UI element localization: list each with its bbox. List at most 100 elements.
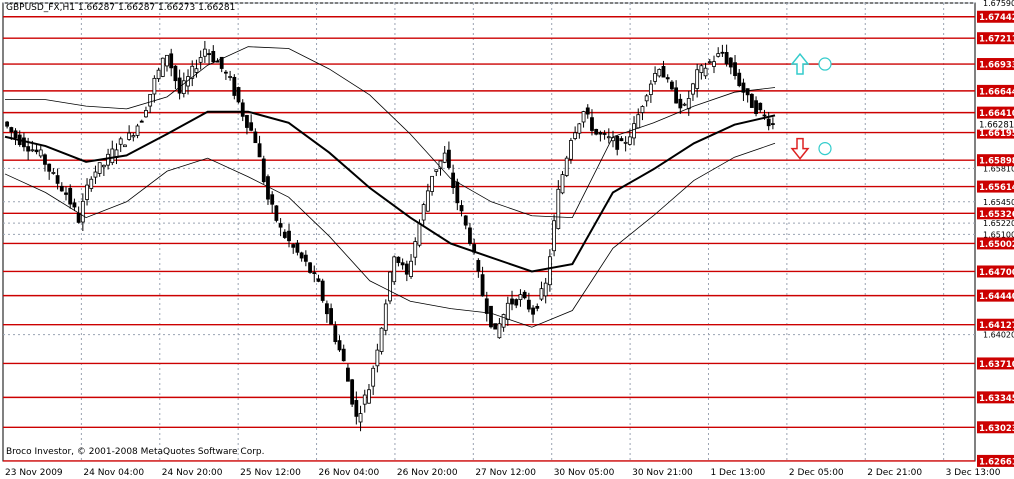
- level-label: 1.65326: [979, 210, 1014, 220]
- candle-body: [766, 118, 771, 127]
- x-tick-label: 24 Nov 20:00: [162, 468, 223, 478]
- candle-body: [455, 181, 460, 204]
- candle-body: [240, 102, 245, 117]
- candle-body: [127, 132, 132, 140]
- y-tick-label: 1.65220: [983, 219, 1014, 228]
- candle-body: [707, 61, 712, 64]
- candle-body: [76, 213, 81, 223]
- x-tick-label: 2 Dec 05:00: [789, 468, 844, 478]
- candle-body: [543, 282, 548, 297]
- candle-body: [51, 172, 56, 174]
- candle-body: [728, 57, 733, 68]
- x-tick-label: 25 Nov 12:00: [240, 468, 301, 478]
- candle-body: [72, 202, 77, 208]
- candle-body: [34, 149, 39, 153]
- candle-body: [270, 194, 275, 205]
- candle-body: [514, 299, 519, 306]
- level-label: 1.63345: [979, 394, 1014, 404]
- candle-body: [110, 148, 115, 164]
- candle-body: [480, 274, 485, 297]
- level-label: 1.66644: [979, 87, 1014, 97]
- candle-body: [695, 69, 700, 89]
- candle-body: [564, 157, 569, 176]
- candle-body: [287, 230, 291, 242]
- candle-body: [417, 222, 422, 246]
- candle-body: [97, 162, 102, 174]
- candle-body: [640, 106, 645, 113]
- candle-body: [211, 50, 216, 63]
- candle-body: [245, 115, 249, 128]
- candle-body: [619, 138, 624, 142]
- candle-body: [615, 135, 620, 150]
- candle-body: [5, 121, 10, 127]
- candle-body: [232, 76, 237, 96]
- candle-body: [337, 340, 342, 351]
- level-label: 1.62661: [979, 457, 1014, 467]
- candle-body: [362, 394, 367, 405]
- candle-body: [632, 123, 636, 139]
- candle-body: [9, 127, 14, 133]
- candle-body: [118, 138, 123, 145]
- candle-body: [653, 73, 657, 82]
- candle-body: [43, 154, 47, 165]
- candle-body: [320, 280, 325, 301]
- candle-body: [257, 143, 262, 158]
- candle-body: [493, 323, 498, 330]
- level-label: 1.63710: [979, 360, 1014, 370]
- candle-body: [202, 48, 207, 57]
- candle-body: [55, 175, 60, 184]
- candle-body: [598, 132, 603, 135]
- candle-body: [476, 260, 481, 272]
- candle-body: [64, 192, 68, 195]
- candle-body: [758, 102, 763, 111]
- candle-body: [497, 323, 502, 339]
- candle-body: [379, 327, 384, 352]
- candle-body: [556, 188, 561, 229]
- candle-body: [678, 98, 683, 109]
- candle-body: [388, 271, 392, 302]
- level-label: 1.66410: [979, 109, 1014, 119]
- candle-body: [80, 200, 85, 223]
- chart-header: GBPUSD_FX,H1 1.66287 1.66287 1.66273 1.6…: [6, 3, 235, 13]
- candle-body: [573, 132, 578, 139]
- plot-area: [2, 2, 976, 462]
- level-label: 1.64700: [979, 268, 1014, 278]
- candle-body: [531, 307, 535, 315]
- candle-body: [194, 68, 199, 73]
- candle-body: [484, 298, 489, 314]
- candle-body: [169, 53, 174, 69]
- candle-body: [720, 51, 725, 54]
- current-price-label: 1.66281: [979, 121, 1014, 131]
- x-tick-label: 3 Dec 13:00: [946, 468, 1001, 478]
- level-label: 1.67442: [979, 13, 1014, 23]
- candle-body: [156, 69, 161, 80]
- candle-body: [26, 146, 31, 152]
- y-tick-label: 1.65450: [983, 198, 1014, 207]
- candle-body: [569, 140, 573, 160]
- candle-body: [291, 244, 296, 248]
- candle-body: [430, 175, 434, 192]
- candle-body: [177, 77, 182, 94]
- candle-body: [425, 190, 430, 212]
- candle-body: [560, 174, 565, 194]
- x-tick-label: 2 Dec 21:00: [867, 468, 922, 478]
- candle-body: [333, 325, 338, 342]
- candle-body: [413, 241, 418, 258]
- candle-body: [749, 93, 754, 108]
- candle-body: [354, 400, 359, 417]
- level-label: 1.67211: [979, 35, 1014, 45]
- x-tick-label: 26 Nov 04:00: [319, 468, 380, 478]
- y-tick-label: 1.64020: [983, 331, 1014, 340]
- candle-body: [131, 135, 136, 138]
- candle-body: [375, 349, 380, 367]
- candle-body: [594, 128, 599, 135]
- candle-body: [236, 87, 241, 103]
- candle-body: [665, 77, 670, 80]
- candle-body: [207, 53, 211, 56]
- candle-body: [602, 133, 607, 135]
- candle-body: [303, 254, 308, 262]
- candle-body: [228, 76, 233, 78]
- candle-body: [165, 54, 169, 67]
- candle-body: [674, 87, 679, 104]
- candle-body: [691, 83, 695, 95]
